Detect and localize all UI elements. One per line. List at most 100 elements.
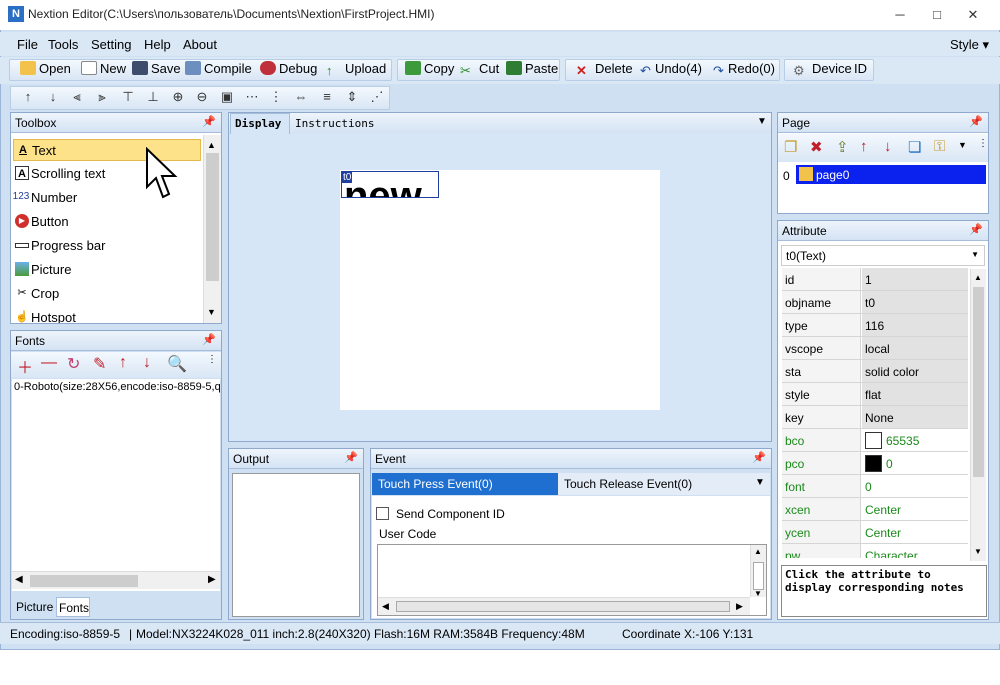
- save-button[interactable]: Save: [132, 61, 181, 76]
- attribute-row-type[interactable]: type 116: [782, 314, 968, 337]
- align-bottom-icon[interactable]: ⊥: [144, 89, 162, 107]
- delete-button[interactable]: ✕ Delete: [576, 61, 633, 78]
- debug-button[interactable]: Debug: [260, 61, 317, 76]
- pin-icon[interactable]: 📌: [202, 333, 216, 346]
- scroll-left-icon[interactable]: ◀: [15, 574, 23, 585]
- distribute-v-spacing-icon[interactable]: ⋰: [368, 89, 386, 107]
- code-vscrollbar[interactable]: ▲ ▼: [750, 545, 766, 598]
- toolbox-scrollbar[interactable]: ▲ ▼: [203, 135, 221, 323]
- insert-page-icon[interactable]: ⇪: [836, 138, 849, 156]
- move-up-icon[interactable]: ↑: [119, 354, 127, 372]
- scroll-up-icon[interactable]: ▲: [974, 273, 982, 282]
- dropdown-icon[interactable]: ▼: [958, 140, 967, 150]
- close-button[interactable]: ✕: [958, 5, 988, 25]
- move-down-icon[interactable]: ↓: [44, 89, 62, 107]
- scroll-thumb[interactable]: [753, 562, 764, 590]
- scroll-down-icon[interactable]: ▼: [754, 589, 762, 598]
- font-entry[interactable]: 0-Roboto(size:28X56,encode:iso-8859-5,qy…: [14, 381, 220, 393]
- toolbox-item-crop[interactable]: ✂ Crop: [13, 283, 201, 305]
- tab-touch-press-event[interactable]: Touch Press Event(0): [372, 473, 558, 495]
- tab-touch-release-event[interactable]: Touch Release Event(0): [558, 473, 770, 495]
- attribute-row-xcen[interactable]: xcen Center: [782, 498, 968, 521]
- scroll-thumb[interactable]: [973, 287, 984, 477]
- move-down-icon[interactable]: ↓: [884, 138, 892, 155]
- pin-icon[interactable]: 📌: [344, 451, 358, 464]
- page-item-page0[interactable]: page0: [796, 165, 986, 184]
- attribute-row-bco[interactable]: bco 65535: [782, 429, 968, 452]
- code-hscrollbar[interactable]: ◀ ▶: [378, 597, 750, 615]
- menu-tools[interactable]: Tools: [48, 37, 78, 52]
- align-left-icon[interactable]: ⫷: [68, 89, 86, 107]
- tab-instructions[interactable]: Instructions: [291, 113, 378, 133]
- overflow-icon[interactable]: ⋮: [978, 138, 988, 149]
- move-down-icon[interactable]: ↓: [143, 354, 151, 372]
- move-up-icon[interactable]: ↑: [860, 138, 868, 155]
- scroll-left-icon[interactable]: ◀: [382, 601, 389, 612]
- same-height-icon[interactable]: ⇕: [343, 89, 361, 107]
- component-select[interactable]: t0(Text) ▼: [781, 245, 985, 266]
- chevron-down-icon[interactable]: ▼: [757, 116, 767, 127]
- pin-icon[interactable]: 📌: [752, 451, 766, 464]
- new-button[interactable]: New: [81, 61, 126, 76]
- align-right-icon[interactable]: ⫸: [93, 89, 111, 107]
- send-component-id-checkbox[interactable]: [376, 507, 389, 520]
- pin-icon[interactable]: 📌: [969, 115, 983, 128]
- open-button[interactable]: Open: [20, 61, 71, 76]
- scroll-down-icon[interactable]: ▼: [974, 547, 982, 556]
- scroll-up-icon[interactable]: ▲: [754, 547, 762, 556]
- align-top-icon[interactable]: ⊤: [119, 89, 137, 107]
- copy-page-icon[interactable]: ❏: [908, 138, 921, 156]
- attribute-row-style[interactable]: style flat: [782, 383, 968, 406]
- attribute-row-sta[interactable]: sta solid color: [782, 360, 968, 383]
- attribute-row-id[interactable]: id 1: [782, 268, 968, 291]
- id-button[interactable]: ID: [854, 61, 867, 76]
- user-code-editor[interactable]: ▲ ▼ ◀ ▶: [377, 544, 767, 616]
- text-component-t0[interactable]: t0 new: [341, 171, 439, 198]
- remove-font-icon[interactable]: —: [41, 354, 57, 372]
- tab-fonts[interactable]: Fonts: [56, 597, 90, 617]
- import-page-icon[interactable]: ⚿: [934, 138, 945, 155]
- paste-button[interactable]: Paste: [506, 61, 558, 76]
- toolbox-item-button[interactable]: ▶ Button: [13, 211, 201, 233]
- menu-style[interactable]: Style ▾: [950, 37, 989, 53]
- scroll-thumb[interactable]: [206, 153, 219, 281]
- scroll-right-icon[interactable]: ▶: [208, 574, 216, 585]
- menu-about[interactable]: About: [183, 37, 217, 52]
- toolbox-item-hotspot[interactable]: ☝ Hotspot: [13, 307, 201, 323]
- attribute-row-ycen[interactable]: ycen Center: [782, 521, 968, 544]
- same-width-icon[interactable]: ⇔: [292, 89, 310, 107]
- attribute-scrollbar[interactable]: ▲ ▼: [970, 269, 986, 561]
- scroll-up-icon[interactable]: ▲: [207, 140, 216, 150]
- undo-button[interactable]: ↶ Undo(4): [640, 61, 702, 78]
- refresh-icon[interactable]: ↻: [67, 354, 80, 374]
- distribute-v-icon[interactable]: ≡: [318, 89, 336, 107]
- compile-button[interactable]: Compile: [185, 61, 252, 76]
- attribute-row-key[interactable]: key None: [782, 406, 968, 429]
- attribute-row-vscope[interactable]: vscope local: [782, 337, 968, 360]
- fonts-hscrollbar[interactable]: ◀ ▶: [12, 571, 220, 589]
- edit-icon[interactable]: ✎: [93, 354, 106, 374]
- menu-help[interactable]: Help: [144, 37, 171, 52]
- menu-setting[interactable]: Setting: [91, 37, 131, 52]
- add-page-icon[interactable]: ❐: [784, 138, 797, 156]
- copy-button[interactable]: Copy: [405, 61, 454, 76]
- preview-icon[interactable]: 🔍: [167, 354, 187, 374]
- move-up-icon[interactable]: ↑: [19, 89, 37, 107]
- maximize-button[interactable]: □: [922, 5, 952, 25]
- align-center-horizontal-icon[interactable]: ⊖: [193, 89, 211, 107]
- attribute-row-objname[interactable]: objname t0: [782, 291, 968, 314]
- pin-icon[interactable]: 📌: [202, 115, 216, 128]
- align-center-vertical-icon[interactable]: ⊕: [169, 89, 187, 107]
- toolbox-item-picture[interactable]: Picture: [13, 259, 201, 281]
- attribute-row-font[interactable]: font 0: [782, 475, 968, 498]
- output-text[interactable]: [232, 473, 360, 617]
- redo-button[interactable]: ↷ Redo(0): [713, 61, 775, 78]
- upload-button[interactable]: ↑ Upload: [326, 61, 386, 78]
- cut-button[interactable]: ✂ Cut: [460, 61, 499, 78]
- add-font-icon[interactable]: ＋: [17, 354, 33, 378]
- menu-file[interactable]: File: [17, 37, 38, 52]
- scroll-down-icon[interactable]: ▼: [207, 307, 216, 317]
- delete-page-icon[interactable]: ✖: [810, 138, 823, 156]
- attribute-row-pco[interactable]: pco 0: [782, 452, 968, 475]
- device-button[interactable]: ⚙ Device: [793, 61, 852, 78]
